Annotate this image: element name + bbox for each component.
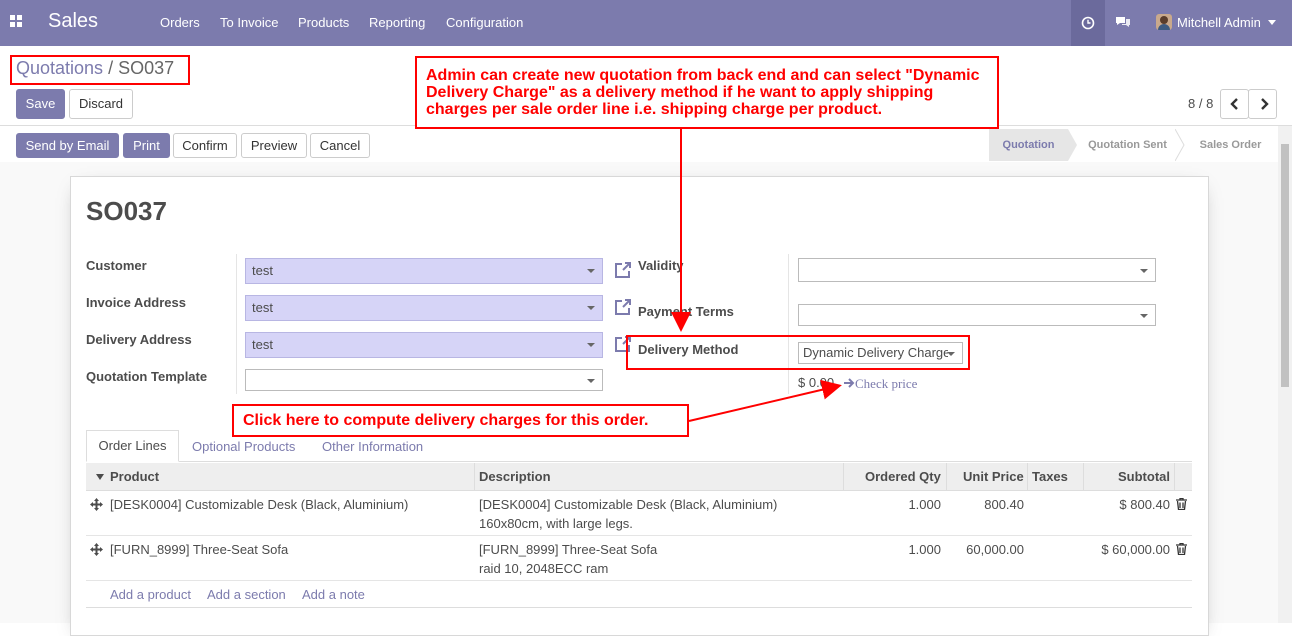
arrow-to-check-price xyxy=(688,379,842,422)
annotation-arrows xyxy=(671,129,842,422)
